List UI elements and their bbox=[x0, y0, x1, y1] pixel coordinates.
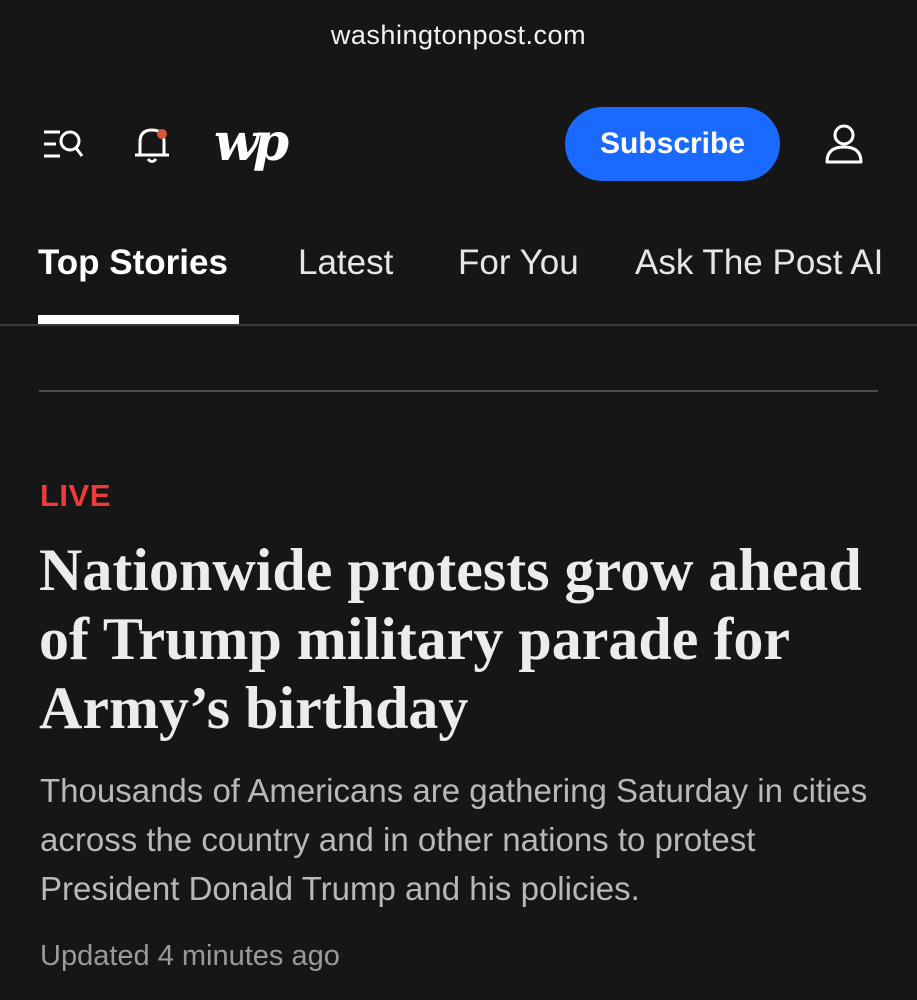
wp-logo[interactable]: wp bbox=[214, 108, 294, 178]
tab-for-you[interactable]: For You bbox=[458, 242, 579, 284]
section-divider bbox=[39, 390, 878, 392]
person-icon[interactable] bbox=[822, 122, 866, 166]
live-label: LIVE bbox=[40, 478, 111, 513]
url-bar[interactable]: washingtonpost.com bbox=[0, 0, 917, 70]
tab-top-stories[interactable]: Top Stories bbox=[38, 242, 228, 284]
subscribe-button[interactable]: Subscribe bbox=[565, 107, 780, 181]
tab-ask-the-post-ai[interactable]: Ask The Post AI bbox=[635, 242, 883, 284]
notification-dot bbox=[157, 129, 167, 139]
bell-icon[interactable] bbox=[130, 122, 174, 166]
story-timestamp: Updated 4 minutes ago bbox=[40, 940, 340, 972]
story-headline[interactable]: Nationwide protests grow ahead of Trump … bbox=[39, 536, 899, 743]
top-nav: wp Subscribe bbox=[0, 100, 917, 190]
section-tabs: Top Stories Latest For You Ask The Post … bbox=[0, 230, 917, 326]
active-tab-indicator bbox=[38, 315, 239, 324]
menu-search-icon[interactable] bbox=[42, 126, 84, 162]
tab-latest[interactable]: Latest bbox=[298, 242, 393, 284]
story-summary[interactable]: Thousands of Americans are gathering Sat… bbox=[40, 766, 900, 913]
url-text: washingtonpost.com bbox=[330, 19, 587, 50]
